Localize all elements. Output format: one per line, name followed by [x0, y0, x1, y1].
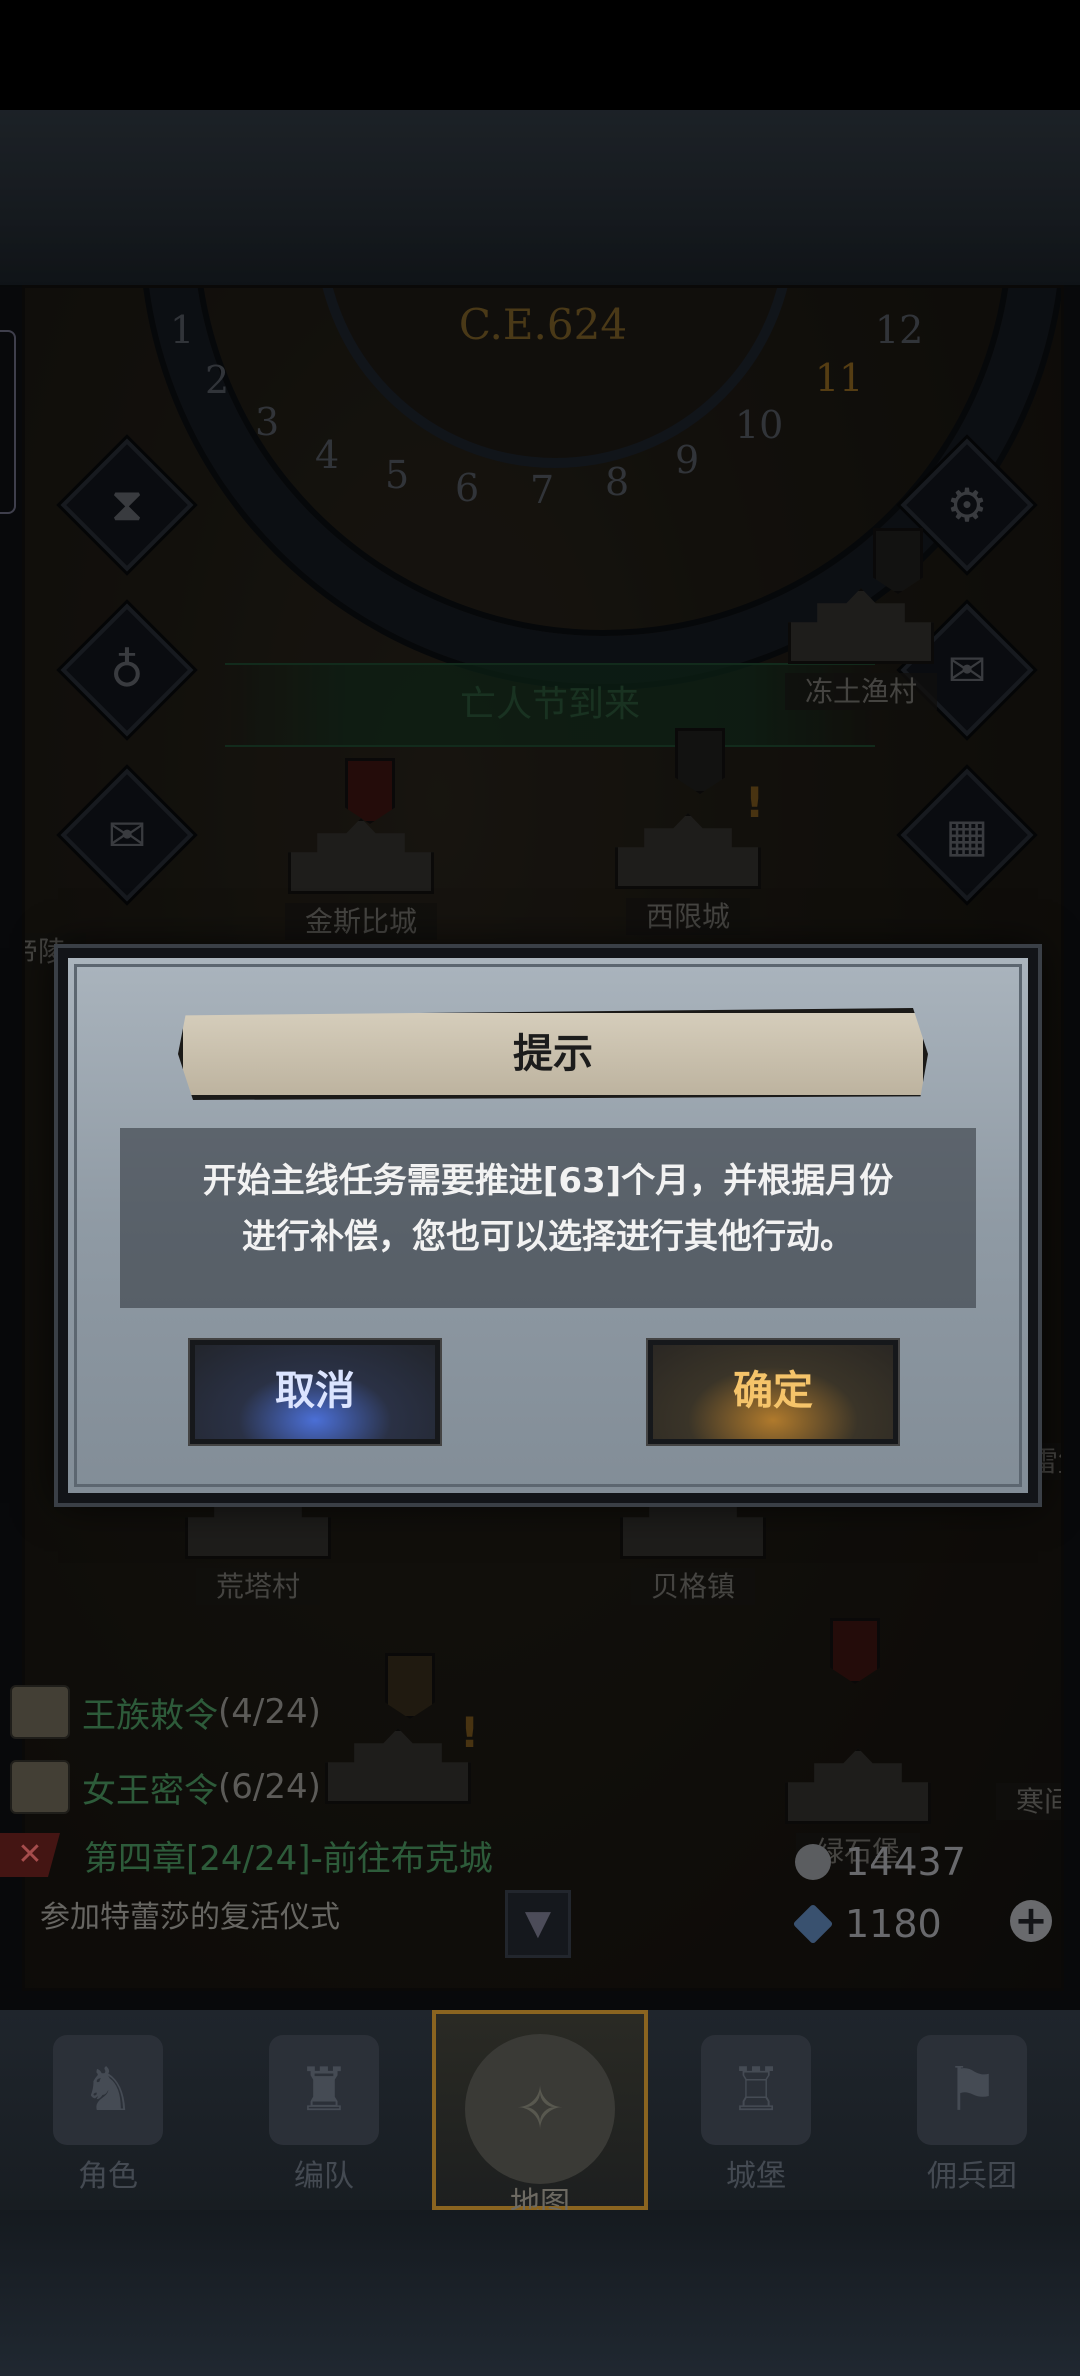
nav-character[interactable]: ♞ 角色 — [0, 2010, 216, 2210]
nav-label: 佣兵团 — [927, 2159, 1017, 2194]
nav-mercenary[interactable]: ⚑ 佣兵团 — [864, 2010, 1080, 2210]
helmet-icon: ♜ — [269, 2035, 379, 2145]
nav-castle[interactable]: ♖ 城堡 — [648, 2010, 864, 2210]
bottom-frame — [0, 2210, 1080, 2376]
nav-formation[interactable]: ♜ 编队 — [216, 2010, 432, 2210]
nav-map[interactable]: ✧ 地图 — [432, 2010, 648, 2221]
confirm-button[interactable]: 确定 — [648, 1340, 898, 1444]
cancel-button[interactable]: 取消 — [190, 1340, 440, 1444]
dialog-message: 开始主线任务需要推进[63]个月，并根据月份 进行补偿，您也可以选择进行其他行动… — [128, 1153, 968, 1265]
dialog-title: 提示 — [178, 1008, 928, 1100]
castle-icon: ♖ — [701, 2035, 811, 2145]
nav-label: 角色 — [78, 2159, 138, 2194]
confirm-dialog: 提示 开始主线任务需要推进[63]个月，并根据月份 进行补偿，您也可以选择进行其… — [58, 948, 1038, 1503]
dialog-message-line-1: 开始主线任务需要推进[63]个月，并根据月份 — [202, 1161, 894, 1201]
knight-icon: ♞ — [53, 2035, 163, 2145]
compass-icon: ✧ — [465, 2034, 615, 2184]
bottom-navigation: ♞ 角色 ♜ 编队 ✧ 地图 ♖ 城堡 ⚑ 佣兵团 — [0, 2010, 1080, 2221]
nav-label: 编队 — [294, 2159, 354, 2194]
ship-flag-icon: ⚑ — [917, 2035, 1027, 2145]
dialog-message-line-2: 进行补偿，您也可以选择进行其他行动。 — [242, 1217, 854, 1257]
nav-label: 城堡 — [726, 2159, 786, 2194]
